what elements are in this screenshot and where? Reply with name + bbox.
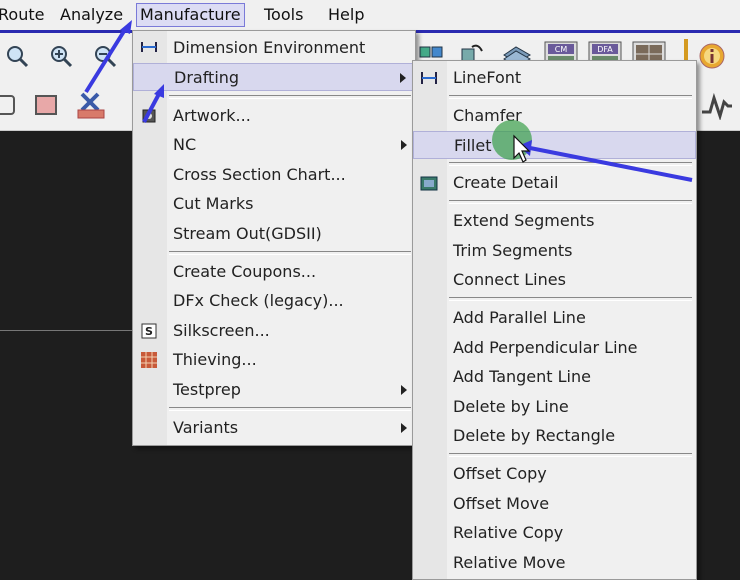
submenu-item-relative-copy[interactable]: Relative Copy <box>413 519 696 547</box>
dimension-icon <box>141 42 157 52</box>
menu-item-label: Offset Move <box>453 494 550 513</box>
manufacture-menu: Dimension Environment Drafting Artwork..… <box>132 30 416 446</box>
submenu-item-extend-segments[interactable]: Extend Segments <box>413 207 696 235</box>
menu-item-variants[interactable]: Variants <box>133 414 415 442</box>
menu-item-label: Silkscreen... <box>173 321 270 340</box>
menu-item-cross-section-chart[interactable]: Cross Section Chart... <box>133 161 415 189</box>
menu-help[interactable]: Help <box>328 5 364 24</box>
submenu-arrow-icon <box>401 385 407 395</box>
menu-separator <box>449 200 692 204</box>
menu-item-label: Stream Out(GDSII) <box>173 224 322 243</box>
menu-item-label: Offset Copy <box>453 464 547 483</box>
delete-icon[interactable] <box>76 90 106 120</box>
linefont-icon <box>421 72 437 84</box>
zoom-in-icon[interactable] <box>48 43 74 69</box>
menu-separator <box>449 95 692 99</box>
submenu-arrow-icon <box>401 423 407 433</box>
dfa-badge-text: DFA <box>597 45 613 54</box>
menu-separator <box>169 407 411 411</box>
menu-item-label: Connect Lines <box>453 270 566 289</box>
menu-item-label: Testprep <box>173 380 241 399</box>
menu-item-nc[interactable]: NC <box>133 131 415 159</box>
submenu-item-linefont[interactable]: LineFont <box>413 64 696 92</box>
menu-item-dfx-check[interactable]: DFx Check (legacy)... <box>133 287 415 315</box>
submenu-arrow-icon <box>400 73 406 83</box>
submenu-item-create-detail[interactable]: Create Detail <box>413 169 696 197</box>
menu-analyze[interactable]: Analyze <box>60 5 123 24</box>
submenu-arrow-icon <box>401 140 407 150</box>
menu-item-label: NC <box>173 135 197 154</box>
menu-item-label: Extend Segments <box>453 211 595 230</box>
menu-item-label: Artwork... <box>173 106 251 125</box>
menu-item-silkscreen[interactable]: S Silkscreen... <box>133 317 415 345</box>
submenu-item-relative-move[interactable]: Relative Move <box>413 549 696 577</box>
menu-item-label: Variants <box>173 418 239 437</box>
menu-separator <box>169 251 411 255</box>
menu-item-label: Relative Copy <box>453 523 564 542</box>
menu-route[interactable]: Route <box>0 5 44 24</box>
menu-item-label: Dimension Environment <box>173 38 366 57</box>
submenu-item-fillet[interactable]: Fillet <box>413 131 696 159</box>
menu-item-dimension-environment[interactable]: Dimension Environment <box>133 34 415 62</box>
svg-text:S: S <box>145 325 153 338</box>
menu-bar: Route Analyze Manufacture Tools Help <box>0 0 740 30</box>
menu-separator <box>169 95 411 99</box>
menu-item-label: Fillet <box>454 136 492 155</box>
menu-separator <box>449 453 692 457</box>
submenu-item-chamfer[interactable]: Chamfer <box>413 102 696 130</box>
submenu-item-delete-by-rectangle[interactable]: Delete by Rectangle <box>413 422 696 450</box>
submenu-item-offset-copy[interactable]: Offset Copy <box>413 460 696 488</box>
menu-item-testprep[interactable]: Testprep <box>133 376 415 404</box>
menu-item-label: Cut Marks <box>173 194 254 213</box>
menu-item-label: Add Tangent Line <box>453 367 591 386</box>
zoom-out-icon[interactable] <box>92 43 118 69</box>
menu-manufacture[interactable]: Manufacture <box>136 3 245 27</box>
menu-item-thieving[interactable]: Thieving... <box>133 346 415 374</box>
menu-separator <box>449 297 692 301</box>
thieving-icon <box>141 352 157 368</box>
menu-item-label: Trim Segments <box>453 241 573 260</box>
rect-icon[interactable] <box>34 94 60 118</box>
menu-separator <box>449 162 692 166</box>
menu-item-artwork[interactable]: Artwork... <box>133 102 415 130</box>
menu-item-label: Chamfer <box>453 106 522 125</box>
menu-item-label: Add Perpendicular Line <box>453 338 638 357</box>
submenu-item-add-perpendicular-line[interactable]: Add Perpendicular Line <box>413 334 696 362</box>
menu-item-stream-out[interactable]: Stream Out(GDSII) <box>133 220 415 248</box>
drafting-submenu: LineFont Chamfer Fillet Create Detail Ex… <box>412 60 697 580</box>
submenu-item-connect-lines[interactable]: Connect Lines <box>413 266 696 294</box>
menu-item-label: Cross Section Chart... <box>173 165 346 184</box>
menu-item-label: LineFont <box>453 68 522 87</box>
menu-item-label: Create Detail <box>453 173 559 192</box>
menu-item-label: Thieving... <box>173 350 257 369</box>
submenu-item-delete-by-line[interactable]: Delete by Line <box>413 393 696 421</box>
submenu-item-add-tangent-line[interactable]: Add Tangent Line <box>413 363 696 391</box>
submenu-item-add-parallel-line[interactable]: Add Parallel Line <box>413 304 696 332</box>
menu-item-label: Drafting <box>174 68 240 87</box>
canvas-line <box>0 330 140 331</box>
menu-item-create-coupons[interactable]: Create Coupons... <box>133 258 415 286</box>
menu-item-label: Relative Move <box>453 553 566 572</box>
submenu-item-trim-segments[interactable]: Trim Segments <box>413 237 696 265</box>
menu-item-label: Add Parallel Line <box>453 308 586 327</box>
menu-item-label: DFx Check (legacy)... <box>173 291 344 310</box>
square-icon[interactable] <box>0 94 18 118</box>
artwork-icon <box>142 109 156 123</box>
create-detail-icon <box>420 176 438 191</box>
menu-tools[interactable]: Tools <box>264 5 303 24</box>
silkscreen-icon: S <box>141 323 157 339</box>
menu-item-cut-marks[interactable]: Cut Marks <box>133 190 415 218</box>
menu-item-drafting[interactable]: Drafting <box>133 63 415 91</box>
menu-item-label: Delete by Line <box>453 397 569 416</box>
cm-badge-text: CM <box>555 45 568 54</box>
menu-item-label: Create Coupons... <box>173 262 317 281</box>
route-wave-icon[interactable] <box>700 92 734 120</box>
submenu-item-offset-move[interactable]: Offset Move <box>413 490 696 518</box>
info-icon[interactable] <box>698 42 726 70</box>
menu-item-label: Delete by Rectangle <box>453 426 616 445</box>
zoom-fit-icon[interactable] <box>4 43 30 69</box>
